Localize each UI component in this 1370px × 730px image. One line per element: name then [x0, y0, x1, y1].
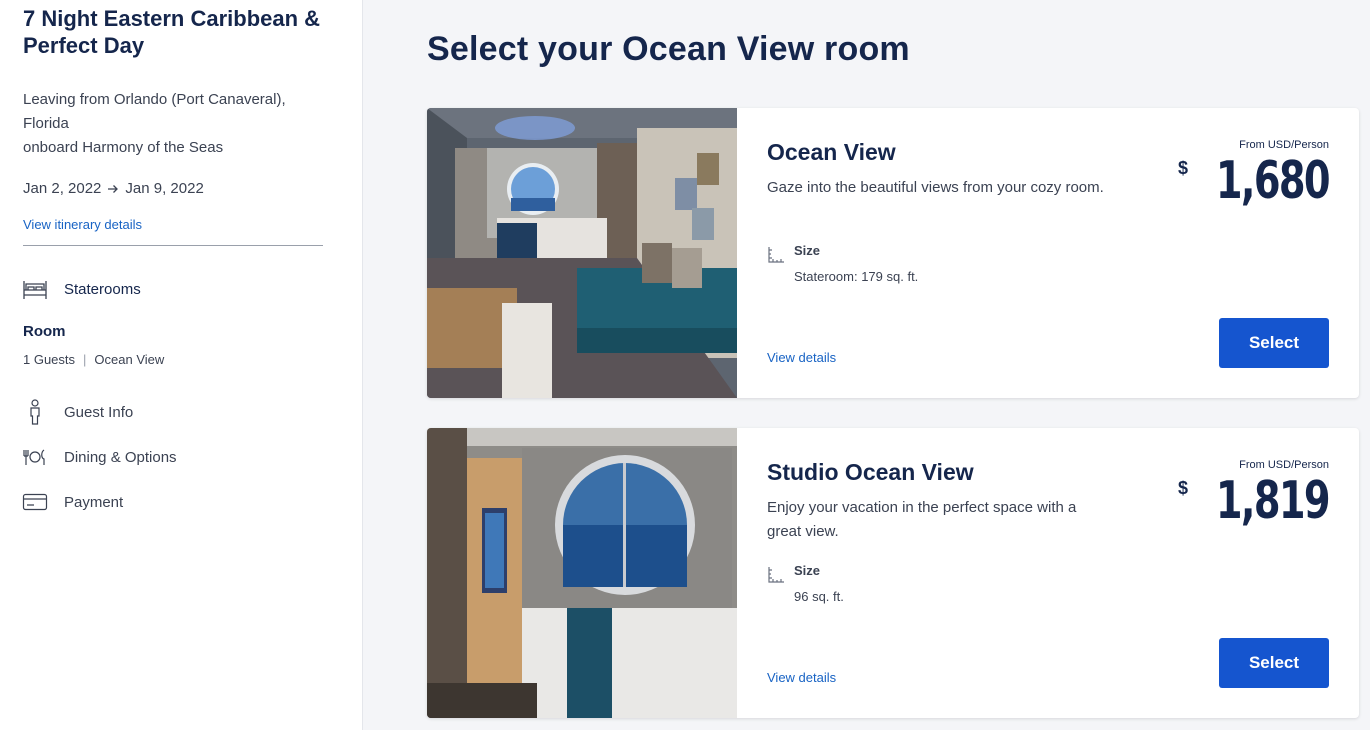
size-label: Size	[794, 563, 821, 578]
step-payment[interactable]: Payment	[22, 489, 123, 515]
room-type: Ocean View	[94, 352, 165, 367]
room-price: $ 1,819	[1178, 471, 1331, 531]
page-title: Select your Ocean View room	[427, 30, 910, 68]
booking-sidebar: 7 Night Eastern Caribbean & Perfect Day …	[0, 0, 363, 730]
room-card: Ocean View Gaze into the beautiful views…	[427, 108, 1359, 398]
select-room-button[interactable]: Select	[1219, 318, 1329, 368]
view-details-link[interactable]: View details	[767, 670, 836, 685]
person-icon	[22, 399, 48, 425]
ruler-icon	[768, 567, 784, 583]
price-amount: 1,680	[1215, 151, 1331, 211]
credit-card-icon	[22, 489, 48, 515]
divider	[23, 245, 323, 246]
step-dining-options[interactable]: Dining & Options	[22, 444, 177, 470]
select-room-button[interactable]: Select	[1219, 638, 1329, 688]
date-end: Jan 9, 2022	[125, 180, 204, 197]
ship-name: onboard Harmony of the Seas	[23, 139, 224, 156]
size-value: Stateroom: 179 sq. ft.	[794, 269, 919, 284]
currency-symbol: $	[1178, 478, 1189, 498]
studio-ocean-view-room-image	[427, 428, 737, 718]
separator: |	[83, 352, 87, 367]
room-name: Ocean View	[767, 139, 896, 165]
bed-icon	[22, 276, 48, 302]
room-description: Enjoy your vacation in the perfect space…	[767, 499, 1077, 540]
size-label: Size	[794, 243, 821, 258]
guest-count: 1 Guests	[23, 352, 76, 367]
trip-departure-info: Leaving from Orlando (Port Canaveral), F…	[23, 88, 323, 160]
room-heading: Room	[23, 323, 66, 340]
departure-port: Leaving from Orlando (Port Canaveral), F…	[23, 91, 286, 132]
step-staterooms-label: Staterooms	[64, 280, 141, 298]
room-description: Gaze into the beautiful views from your …	[767, 179, 1104, 196]
step-guest-info[interactable]: Guest Info	[22, 399, 133, 425]
room-name: Studio Ocean View	[767, 459, 974, 485]
dining-icon	[22, 444, 48, 470]
ocean-view-room-image	[427, 108, 737, 398]
size-value: 96 sq. ft.	[794, 589, 844, 604]
price-label: From USD/Person	[1239, 139, 1329, 151]
step-staterooms[interactable]: Staterooms	[22, 276, 141, 302]
arrow-right-icon	[108, 184, 119, 193]
trip-title: 7 Night Eastern Caribbean & Perfect Day	[23, 6, 321, 58]
trip-dates: Jan 2, 2022 Jan 9, 2022	[23, 180, 204, 197]
view-details-link[interactable]: View details	[767, 350, 836, 365]
price-label: From USD/Person	[1239, 459, 1329, 471]
step-dining-label: Dining & Options	[64, 448, 177, 466]
room-card: Studio Ocean View Enjoy your vacation in…	[427, 428, 1359, 718]
room-price: $ 1,680	[1178, 151, 1331, 211]
currency-symbol: $	[1178, 158, 1189, 178]
step-guest-info-label: Guest Info	[64, 403, 134, 421]
room-selection-summary: 1 Guests | Ocean View	[23, 352, 164, 367]
date-start: Jan 2, 2022	[23, 180, 102, 197]
step-payment-label: Payment	[64, 493, 124, 511]
view-itinerary-link[interactable]: View itinerary details	[23, 217, 142, 232]
ruler-icon	[768, 247, 784, 263]
price-amount: 1,819	[1215, 471, 1331, 531]
